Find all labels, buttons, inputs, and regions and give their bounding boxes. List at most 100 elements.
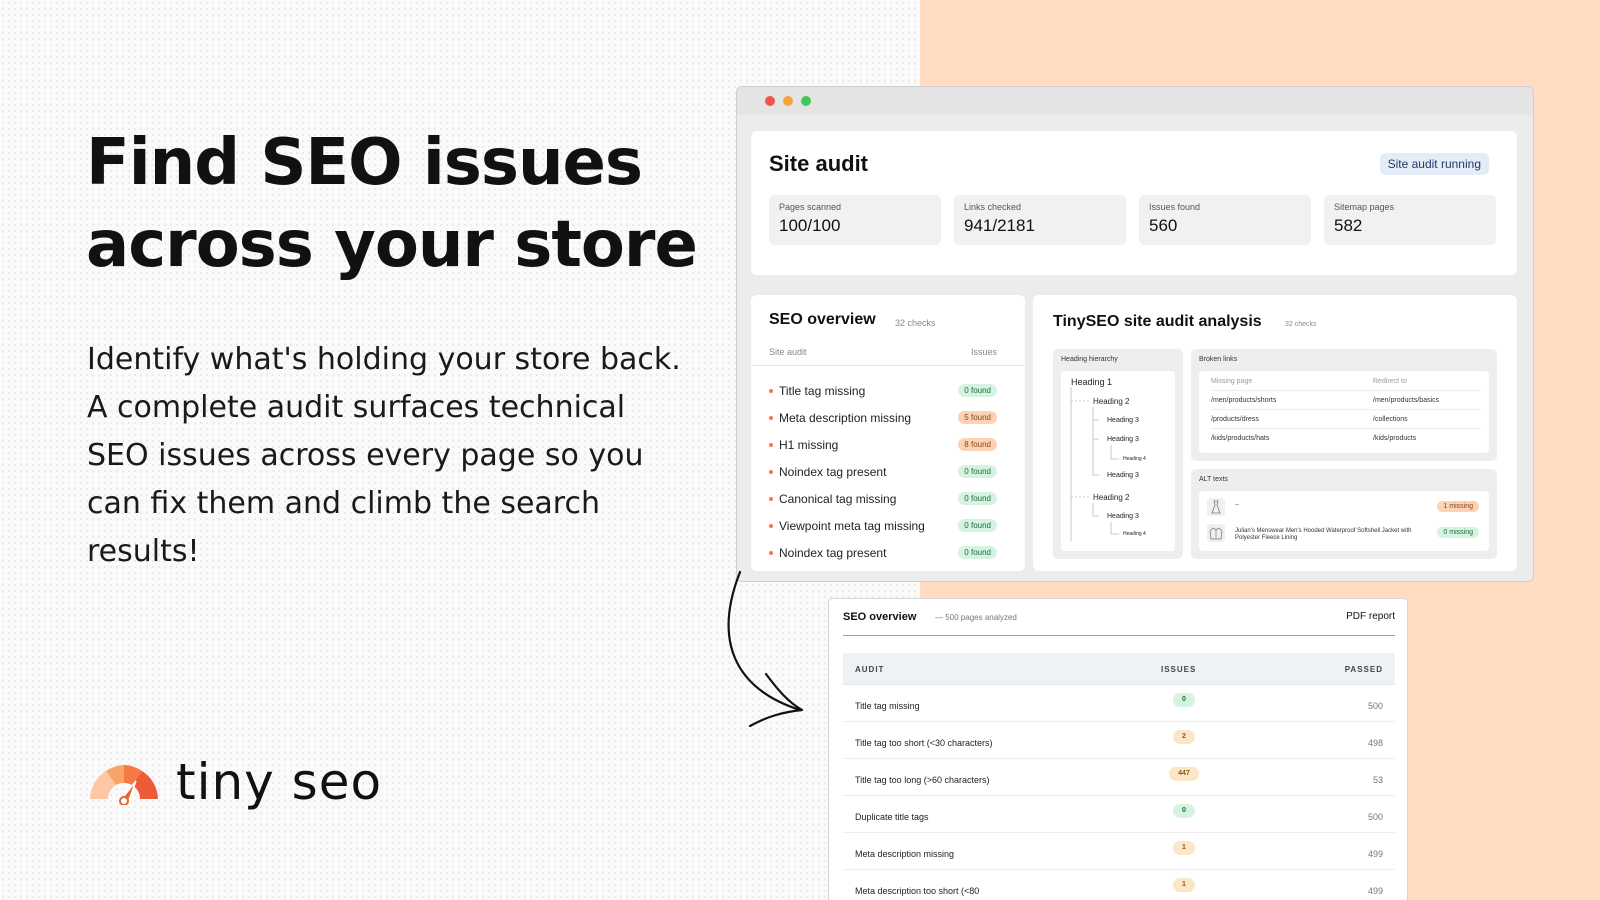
jacket-icon — [1209, 527, 1223, 540]
broken-links-panel: Broken links Missing page Redirect to /m… — [1191, 349, 1497, 461]
list-item[interactable]: Julian's Menswear Men's Hooded Waterproo… — [1207, 521, 1483, 545]
issues-count-badge: 447 — [1169, 767, 1199, 781]
alt-texts-panel: ALT texts -- 1 missing Julian's Menswear… — [1191, 469, 1497, 559]
heading-hierarchy-panel: Heading hierarchy Heading 1 Heading 2 He… — [1053, 349, 1183, 559]
divider — [843, 635, 1395, 636]
col-passed: PASSED — [1344, 665, 1383, 674]
stat-value: 582 — [1334, 216, 1363, 235]
issues-count-badge: 1 — [1173, 841, 1195, 855]
seo-overview-title: SEO overview — [769, 311, 876, 328]
heading-3-item: Heading 3 — [1107, 417, 1139, 424]
issues-count-badge: 0 — [1173, 693, 1195, 707]
item-label: Meta description missing — [779, 410, 912, 425]
list-item[interactable]: Noindex tag present 0 found — [769, 458, 1005, 485]
redirect-target: /men/products/basics — [1373, 397, 1440, 404]
list-item[interactable]: Canonical tag missing 0 found — [769, 485, 1005, 512]
passed-count: 53 — [1372, 775, 1383, 785]
alt-text-value: Julian's Menswear Men's Hooded Waterproo… — [1235, 528, 1412, 541]
audit-name: Title tag too short (<30 characters) — [855, 738, 993, 748]
site-audit-card: Site audit Site audit running Pages scan… — [751, 131, 1517, 275]
status-badge: 1 missing — [1437, 501, 1479, 512]
list-item[interactable]: -- 1 missing — [1207, 495, 1483, 519]
table-row[interactable]: Title tag too short (<30 characters) 2 4… — [843, 722, 1395, 759]
hero-headline: Find SEO issues across your store — [86, 122, 726, 286]
divider — [751, 365, 1025, 366]
col-site-audit: Site audit — [769, 347, 807, 357]
stat-links-checked: Links checked 941/2181 — [954, 195, 1126, 245]
item-label: Title tag missing — [779, 383, 866, 398]
status-badge: 0 found — [958, 519, 997, 532]
heading-4-item: Heading 4 — [1123, 531, 1146, 537]
table-row[interactable]: Duplicate title tags 0 500 — [843, 796, 1395, 833]
audit-table: AUDIT ISSUES PASSED Title tag missing 0 … — [843, 653, 1395, 900]
table-row[interactable]: /kids/products/hats /kids/products — [1211, 430, 1481, 448]
stat-sitemap-pages: Sitemap pages 582 — [1324, 195, 1496, 245]
hero-subcopy: Identify what's holding your store back.… — [87, 342, 681, 569]
passed-count: 499 — [1367, 849, 1383, 859]
col-missing-page: Missing page — [1211, 378, 1253, 385]
status-badge: 8 found — [958, 438, 997, 451]
curved-arrow-icon — [727, 570, 804, 728]
table-row[interactable]: Meta description too short (<80 1 499 — [843, 870, 1395, 900]
audit-name: Title tag too long (>60 characters) — [855, 775, 990, 785]
list-item[interactable]: Meta description missing 5 found — [769, 404, 1005, 431]
table-row[interactable]: Meta description missing 1 499 — [843, 833, 1395, 870]
stat-pages-scanned: Pages scanned 100/100 — [769, 195, 941, 245]
seo-overview-list: Title tag missing 0 found Meta descriptio… — [769, 377, 1005, 566]
seo-overview-subtitle: 32 checks — [895, 318, 936, 328]
pdf-report-link[interactable]: PDF report — [1346, 611, 1395, 622]
analysis-subtitle: 32 checks — [1285, 321, 1317, 328]
item-label: H1 missing — [779, 437, 839, 452]
list-item[interactable]: Viewpoint meta tag missing 0 found — [769, 512, 1005, 539]
stat-label: Sitemap pages — [1334, 202, 1395, 212]
status-badge: 0 found — [958, 546, 997, 559]
status-badge: 0 found — [958, 492, 997, 505]
window-maximize-dot[interactable] — [801, 96, 811, 106]
app-window: Site audit Site audit running Pages scan… — [736, 86, 1534, 582]
window-minimize-dot[interactable] — [783, 96, 793, 106]
alt-texts-list: -- 1 missing Julian's Menswear Men's Hoo… — [1199, 491, 1489, 551]
list-item[interactable]: Noindex tag present 0 found — [769, 539, 1005, 566]
table-row[interactable]: /men/products/shorts /men/products/basic… — [1211, 392, 1481, 410]
audit-name: Title tag missing — [855, 701, 920, 711]
heading-3-item: Heading 3 — [1107, 472, 1139, 479]
window-titlebar — [737, 87, 1533, 115]
list-item[interactable]: H1 missing 8 found — [769, 431, 1005, 458]
pdf-report-subtitle: — 500 pages analyzed — [935, 613, 1017, 622]
missing-page: /men/products/shorts — [1211, 397, 1277, 404]
table-header: Missing page Redirect to — [1211, 373, 1481, 391]
window-close-dot[interactable] — [765, 96, 775, 106]
table-header: AUDIT ISSUES PASSED — [843, 653, 1395, 685]
missing-page: /kids/products/hats — [1211, 435, 1270, 442]
item-label: Noindex tag present — [779, 464, 887, 479]
status-badge: 0 missing — [1437, 527, 1479, 538]
heading-hierarchy-label: Heading hierarchy — [1061, 356, 1118, 363]
stat-label: Pages scanned — [779, 202, 842, 212]
status-badge: 0 found — [958, 384, 997, 397]
site-audit-title: Site audit — [769, 151, 869, 176]
heading-3-item: Heading 3 — [1107, 436, 1139, 443]
heading-4-item: Heading 4 — [1123, 456, 1146, 462]
headline-line-1: Find SEO issues — [86, 126, 643, 200]
issues-count-badge: 0 — [1173, 804, 1195, 818]
analysis-title: TinySEO site audit analysis — [1053, 313, 1262, 330]
headline-line-2: across your store — [86, 208, 698, 282]
passed-count: 498 — [1367, 738, 1383, 748]
table-row[interactable]: Title tag too long (>60 characters) 447 … — [843, 759, 1395, 796]
table-row[interactable]: /products/dress /collections — [1211, 411, 1481, 429]
table-row[interactable]: Title tag missing 0 500 — [843, 685, 1395, 722]
col-issues: Issues — [970, 347, 997, 357]
bullet-dot — [769, 523, 773, 528]
passed-count: 500 — [1367, 701, 1383, 711]
heading-2-item: Heading 2 — [1093, 397, 1130, 406]
bullet-dot — [769, 388, 773, 393]
issues-count-badge: 2 — [1173, 730, 1195, 744]
speedometer-icon — [90, 765, 158, 805]
list-item[interactable]: Title tag missing 0 found — [769, 377, 1005, 404]
alt-text-value: -- — [1235, 502, 1239, 508]
stat-issues-found: Issues found 560 — [1139, 195, 1311, 245]
passed-count: 499 — [1367, 886, 1383, 896]
item-label: Viewpoint meta tag missing — [779, 518, 925, 533]
col-issues: ISSUES — [1161, 665, 1197, 674]
audit-analysis-card: TinySEO site audit analysis 32 checks He… — [1033, 295, 1517, 571]
